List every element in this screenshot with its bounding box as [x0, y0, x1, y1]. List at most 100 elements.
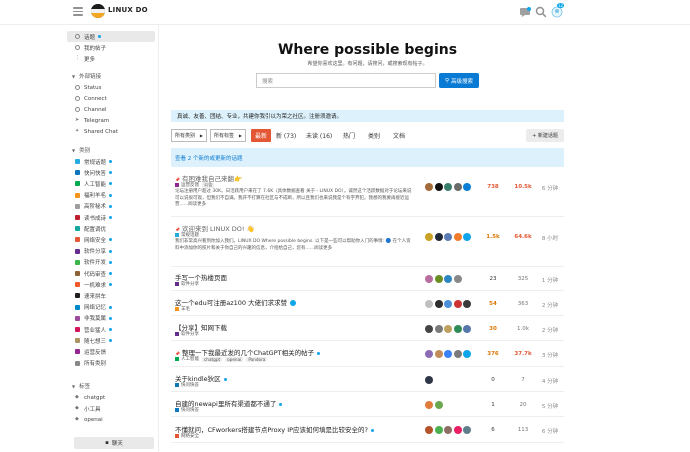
avatar[interactable]: [434, 401, 443, 409]
search-input[interactable]: 搜索: [256, 73, 436, 88]
topic-row[interactable]: 关于kindle狄区 快问快答 0 7 4 分钟: [171, 367, 564, 392]
avatar[interactable]: [425, 376, 433, 384]
tab-top[interactable]: 热门: [343, 129, 355, 142]
new-topics-alert[interactable]: 查看 2 个新的或更新的话题: [171, 148, 564, 167]
topic-row[interactable]: 这一个edu可注册az100 大佬们求求赞 羊毛 54 363 2 分钟: [171, 291, 564, 316]
search-icon[interactable]: [535, 6, 547, 18]
avatar[interactable]: [463, 350, 471, 358]
topic-category[interactable]: 软件分享: [175, 281, 199, 287]
activity-time[interactable]: 2 分钟: [537, 326, 563, 334]
logo-text[interactable]: LINUX DO: [108, 6, 148, 14]
sidebar-item-connect[interactable]: Connect: [67, 93, 155, 104]
sidebar-category-item[interactable]: 非我莫属: [67, 313, 155, 324]
avatar[interactable]: [444, 325, 452, 333]
topic-category[interactable]: 羊毛: [175, 306, 190, 312]
avatar[interactable]: [453, 426, 462, 434]
sidebar-category-item[interactable]: 快问快答: [67, 167, 155, 178]
sidebar-category-item[interactable]: 读书成诗: [67, 212, 155, 223]
avatar[interactable]: [434, 300, 443, 308]
avatar[interactable]: [425, 350, 433, 358]
activity-time[interactable]: 6 分钟: [537, 427, 563, 435]
avatar[interactable]: [453, 275, 462, 283]
topic-row[interactable]: 不懂就问，CFworkers搭建节点Proxy IP应该如何填是比较安全的? 网络…: [171, 417, 564, 443]
topic-tag[interactable]: Pandora: [246, 356, 268, 362]
topic-tag[interactable]: chatgpt: [202, 356, 223, 362]
advanced-search-button[interactable]: ⚲ 高级搜索: [439, 73, 479, 88]
topic-row[interactable]: 📌 整理一下我最近发的几个ChatGPT相关的帖子 人工智能 chatgpt opena…: [171, 341, 564, 367]
activity-time[interactable]: 5 分钟: [537, 402, 563, 410]
topic-category[interactable]: 人工智能 chatgpt openai Pandora: [175, 356, 268, 362]
activity-time[interactable]: 6 分钟: [537, 184, 563, 192]
avatar[interactable]: [444, 426, 452, 434]
tab-latest[interactable]: 最新: [251, 129, 272, 142]
avatar[interactable]: [453, 325, 462, 333]
avatar[interactable]: [463, 325, 471, 333]
activity-time[interactable]: 8 小时: [537, 234, 563, 242]
sidebar-category-item[interactable]: 网络记忆: [67, 302, 155, 313]
sidebar-category-item[interactable]: 代码审查: [67, 268, 155, 279]
avatar[interactable]: [434, 350, 443, 358]
sidebar-category-item[interactable]: 软件分享: [67, 246, 155, 257]
avatar[interactable]: [444, 275, 452, 283]
sidebar-tag-tools[interactable]: ◆ 小工具: [67, 403, 155, 414]
sidebar-category-item[interactable]: 软件开发: [67, 257, 155, 268]
activity-time[interactable]: 2 分钟: [537, 301, 563, 309]
sidebar-item-status[interactable]: Status: [67, 82, 155, 93]
avatar[interactable]: [434, 233, 443, 241]
sidebar-category-item[interactable]: 人工智能: [67, 178, 155, 189]
chat-button[interactable]: ▪ 聊天: [74, 437, 154, 449]
sidebar-category-item[interactable]: 高阶秘术: [67, 201, 155, 212]
menu-icon[interactable]: [73, 7, 83, 16]
avatar[interactable]: [425, 183, 433, 191]
topic-row[interactable]: 【分享】知网下载 软件分享 30 1.0k 2 分钟: [171, 316, 564, 341]
avatar[interactable]: [453, 350, 462, 358]
avatar[interactable]: [444, 233, 452, 241]
tab-new[interactable]: 新 (73): [276, 129, 296, 142]
sidebar-section-external[interactable]: ▼ 外部链接: [72, 72, 101, 81]
avatar[interactable]: [453, 300, 462, 308]
avatar[interactable]: [444, 183, 452, 191]
topic-category[interactable]: 网络安全: [175, 433, 199, 439]
activity-time[interactable]: 3 分钟: [537, 351, 563, 359]
topic-category[interactable]: 常规话题: [175, 232, 199, 238]
topic-row[interactable]: 📌 有困难我自己来翻👉 运营反馈 公告 论坛注册用户超过 30K。日活跃用户来在了 7.…: [171, 167, 564, 217]
sidebar-item-my-posts[interactable]: 我的帖子: [67, 42, 155, 53]
avatar[interactable]: [434, 426, 443, 434]
avatar[interactable]: [425, 233, 433, 241]
tab-docs[interactable]: 文档: [393, 129, 405, 142]
topic-tag[interactable]: openai: [225, 356, 244, 362]
sidebar-item-topics[interactable]: 话题: [67, 31, 155, 42]
sidebar-tag-chatgpt[interactable]: ◆ chatgpt: [67, 392, 155, 403]
topic-category[interactable]: 快问快答: [175, 382, 199, 388]
sidebar-item-shared-chat[interactable]: ✦ Shared Chat: [67, 126, 155, 137]
sidebar-item-telegram[interactable]: ➤ Telegram: [67, 115, 155, 126]
sidebar-tag-openai[interactable]: ◆ openai: [67, 414, 155, 425]
avatar[interactable]: [444, 300, 452, 308]
topic-row[interactable]: 手写一个热楼页面 软件分享 23 325 1 分钟: [171, 267, 564, 291]
sidebar-category-item[interactable]: 福利羊毛: [67, 190, 155, 201]
avatar[interactable]: [453, 233, 462, 241]
tab-unread[interactable]: 未读 (16): [306, 129, 332, 142]
avatar[interactable]: [463, 426, 471, 434]
avatar[interactable]: [434, 183, 443, 191]
sidebar-section-categories[interactable]: ▼ 类别: [72, 146, 90, 155]
avatar[interactable]: [425, 426, 433, 434]
avatar[interactable]: [425, 325, 433, 333]
chat-icon[interactable]: [519, 6, 531, 18]
sidebar-category-item[interactable]: 速来拼车: [67, 290, 155, 301]
category-dropdown[interactable]: 所有类别 ▶: [171, 129, 207, 142]
topic-row[interactable]: 📌 欢迎来到 LINUX DO! 👋 常规话题 我们非常高兴看到你加入我们。LINUX…: [171, 217, 564, 267]
sidebar-item-channel[interactable]: Channel: [67, 104, 155, 115]
sidebar-category-item[interactable]: 营业猛人: [67, 324, 155, 335]
tag-dropdown[interactable]: 所有标签 ▶: [210, 129, 246, 142]
topic-row[interactable]: 自建的newapi里所有渠道都不通了 快问快答 1 20 5 分钟: [171, 392, 564, 417]
topic-tag[interactable]: 公告: [202, 182, 215, 188]
avatar[interactable]: [463, 300, 471, 308]
topic-category[interactable]: 快问快答: [175, 407, 199, 413]
sidebar-item-more[interactable]: ⋮ 更多: [67, 53, 155, 64]
sidebar-category-item[interactable]: 所有类别: [67, 358, 155, 369]
activity-time[interactable]: 4 分钟: [537, 377, 563, 385]
topic-title-link[interactable]: 不懂就问，CFworkers搭建节点Proxy IP应该如何填是比较安全的?: [175, 424, 374, 434]
sidebar-category-item[interactable]: 一机难求: [67, 279, 155, 290]
sidebar-category-item[interactable]: 网络安全: [67, 234, 155, 245]
